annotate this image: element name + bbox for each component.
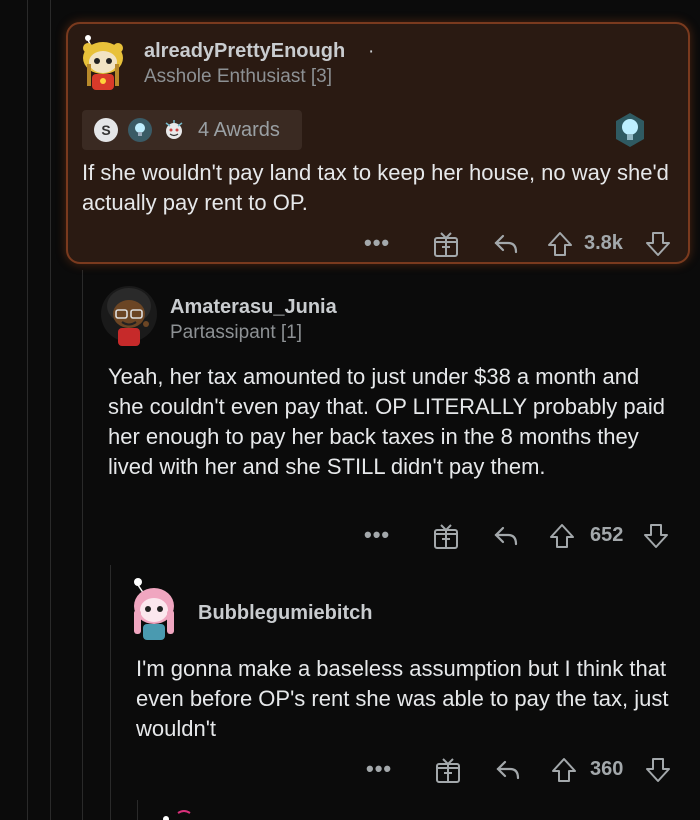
reply-icon[interactable]	[494, 756, 522, 784]
comment-actions: ••• 652	[364, 518, 674, 552]
reply-icon[interactable]	[492, 522, 520, 550]
comment-body: If she wouldn't pay land tax to keep her…	[82, 160, 669, 215]
silver-award-icon: S	[94, 118, 118, 142]
user-flair: Partassipant [1]	[170, 322, 303, 343]
comment-actions: ••• 3.8k	[364, 226, 676, 260]
avatar[interactable]	[100, 284, 158, 346]
wholesome-award-icon	[162, 118, 186, 142]
comment-body: I'm gonna make a baseless assumption but…	[136, 656, 669, 741]
award-gift-icon[interactable]	[434, 756, 462, 784]
snoo-avatar-icon	[134, 578, 174, 640]
reply-icon[interactable]	[492, 230, 520, 258]
thread-line	[82, 270, 83, 820]
avatar[interactable]	[160, 808, 200, 820]
separator-dot: ·	[368, 41, 375, 62]
snoo-avatar-icon	[101, 286, 157, 346]
comment-username[interactable]: Bubblegumiebitch	[198, 602, 372, 625]
more-options-button[interactable]: •••	[364, 522, 390, 548]
upvote-icon[interactable]	[548, 522, 576, 550]
comment-actions: ••• 360	[366, 752, 676, 786]
comment-body: Yeah, her tax amounted to just under $38…	[108, 364, 666, 479]
more-options-button[interactable]: •••	[366, 756, 392, 782]
thread-line	[137, 800, 138, 820]
thread-line	[50, 0, 51, 820]
comment-username[interactable]: alreadyPrettyEnough	[144, 40, 345, 63]
award-gift-icon[interactable]	[432, 522, 460, 550]
awards-count-label: 4 Awards	[198, 118, 280, 141]
vote-score: 3.8k	[584, 232, 623, 254]
avatar[interactable]	[128, 576, 180, 640]
downvote-icon[interactable]	[644, 230, 672, 258]
award-gift-icon[interactable]	[432, 230, 460, 258]
upvote-icon[interactable]	[550, 756, 578, 784]
vote-score: 652	[590, 524, 624, 546]
snoo-avatar-icon	[83, 35, 123, 90]
comment-username[interactable]: Amaterasu_Junia	[170, 296, 337, 319]
awards-button[interactable]: S 4 Awards	[82, 110, 302, 150]
downvote-icon[interactable]	[642, 522, 670, 550]
user-flair: Asshole Enthusiast [3]	[144, 66, 332, 87]
thread-line	[110, 565, 111, 820]
snoo-avatar-icon	[163, 810, 191, 820]
more-options-button[interactable]: •••	[364, 230, 390, 256]
avatar[interactable]	[76, 34, 130, 90]
downvote-icon[interactable]	[644, 756, 672, 784]
vote-score: 360	[590, 758, 624, 780]
comment: alreadyPrettyEnough · Asshole Enthusiast…	[66, 22, 690, 264]
award-badge-icon	[612, 112, 648, 148]
lightbulb-award-icon	[128, 118, 152, 142]
thread-line	[27, 0, 28, 820]
upvote-icon[interactable]	[546, 230, 574, 258]
